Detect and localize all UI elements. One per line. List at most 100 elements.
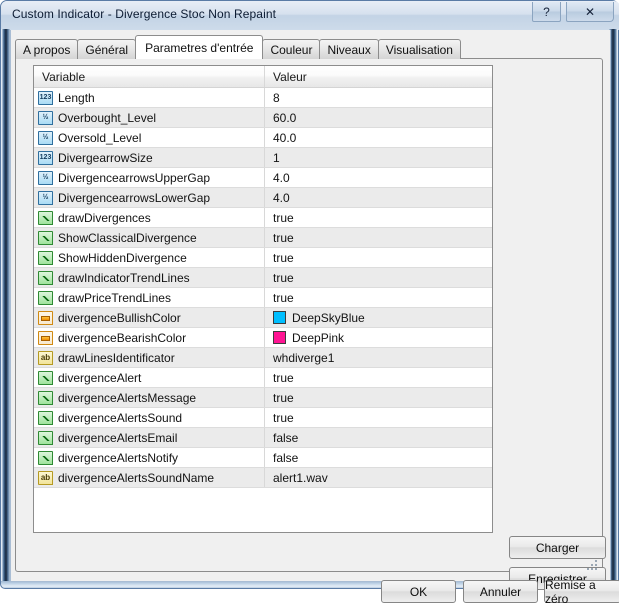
title-bar[interactable]: Custom Indicator - Divergence Stoc Non R… <box>1 1 619 30</box>
cell-value[interactable]: DeepSkyBlue <box>265 308 492 327</box>
variable-name: Oversold_Level <box>58 130 142 145</box>
cell-value[interactable]: false <box>265 428 492 447</box>
cell-value[interactable]: 1 <box>265 148 492 167</box>
cell-value[interactable]: whdiverge1 <box>265 348 492 367</box>
value-text: true <box>273 410 294 425</box>
tab-parametres-d-entr-e[interactable]: Parametres d'entrée <box>135 35 264 59</box>
cell-variable: divergenceAlertsMessage <box>34 388 265 407</box>
value-text: true <box>273 370 294 385</box>
table-row[interactable]: divergenceAlertsNotify false <box>34 448 492 468</box>
tab-visualisation[interactable]: Visualisation <box>377 39 461 59</box>
variable-name: DivergencearrowsLowerGap <box>58 190 211 205</box>
variable-name: divergenceAlertsNotify <box>58 450 179 465</box>
value-text: alert1.wav <box>273 470 328 485</box>
tab-niveaux[interactable]: Niveaux <box>319 39 379 59</box>
color-swatch <box>273 331 286 344</box>
tab-g-n-ral[interactable]: Général <box>77 39 137 59</box>
double-icon: ½ <box>38 190 53 205</box>
table-row[interactable]: divergenceAlertsMessage true <box>34 388 492 408</box>
resize-grip[interactable] <box>587 560 599 572</box>
cell-value[interactable]: DeepPink <box>265 328 492 347</box>
variable-name: ShowClassicalDivergence <box>58 230 197 245</box>
column-header-variable[interactable]: Variable <box>34 66 265 87</box>
cell-variable: divergenceBearishColor <box>34 328 265 347</box>
cell-value[interactable]: false <box>265 448 492 467</box>
table-row[interactable]: drawPriceTrendLines true <box>34 288 492 308</box>
cell-variable: ½ Oversold_Level <box>34 128 265 147</box>
table-row[interactable]: ShowClassicalDivergence true <box>34 228 492 248</box>
table-row[interactable]: divergenceAlert true <box>34 368 492 388</box>
cell-value[interactable]: true <box>265 268 492 287</box>
cell-variable: ½ Overbought_Level <box>34 108 265 127</box>
cancel-button[interactable]: Annuler <box>463 580 538 603</box>
boolean-icon <box>38 230 53 245</box>
tab-label: Visualisation <box>385 42 453 57</box>
ok-button[interactable]: OK <box>381 580 456 603</box>
variable-name: drawIndicatorTrendLines <box>58 270 190 285</box>
load-button[interactable]: Charger <box>509 536 606 559</box>
cell-value[interactable]: true <box>265 408 492 427</box>
table-row[interactable]: divergenceBullishColor DeepSkyBlue <box>34 308 492 328</box>
column-header-value[interactable]: Valeur <box>265 66 492 87</box>
table-row[interactable]: drawDivergences true <box>34 208 492 228</box>
string-icon: ab <box>38 350 53 365</box>
table-row[interactable]: drawIndicatorTrendLines true <box>34 268 492 288</box>
table-row[interactable]: divergenceAlertsSound true <box>34 408 492 428</box>
table-row[interactable]: ½ Oversold_Level 40.0 <box>34 128 492 148</box>
cell-value[interactable]: true <box>265 288 492 307</box>
table-row[interactable]: ab drawLinesIdentificator whdiverge1 <box>34 348 492 368</box>
cell-value[interactable]: 8 <box>265 88 492 107</box>
tab-a-propos[interactable]: A propos <box>15 39 79 59</box>
table-row[interactable]: 123 DivergearrowSize 1 <box>34 148 492 168</box>
variable-name: drawDivergences <box>58 210 151 225</box>
reset-button-label: Remise a zéro <box>545 577 596 606</box>
value-text: false <box>273 430 299 445</box>
boolean-icon <box>38 270 53 285</box>
boolean-icon <box>38 450 53 465</box>
variable-name: divergenceAlertsMessage <box>58 390 197 405</box>
value-text: whdiverge1 <box>273 350 335 365</box>
table-row[interactable]: ShowHiddenDivergence true <box>34 248 492 268</box>
table-row[interactable]: ½ DivergencearrowsUpperGap 4.0 <box>34 168 492 188</box>
table-row[interactable]: divergenceAlertsEmail false <box>34 428 492 448</box>
boolean-icon <box>38 290 53 305</box>
load-button-label: Charger <box>535 540 580 555</box>
variable-name: Length <box>58 90 95 105</box>
cell-value[interactable]: 4.0 <box>265 168 492 187</box>
table-row[interactable]: ab divergenceAlertsSoundName alert1.wav <box>34 468 492 488</box>
cell-value[interactable]: true <box>265 248 492 267</box>
cell-value[interactable]: alert1.wav <box>265 468 492 487</box>
cell-variable: divergenceAlertsNotify <box>34 448 265 467</box>
table-row[interactable]: divergenceBearishColor DeepPink <box>34 328 492 348</box>
value-text: 60.0 <box>273 110 297 125</box>
cell-value[interactable]: true <box>265 208 492 227</box>
grid-body: 123 Length 8 ½ Overbought_Level 60.0 ½ Oversold… <box>34 88 492 488</box>
cell-value[interactable]: 40.0 <box>265 128 492 147</box>
table-row[interactable]: ½ DivergencearrowsLowerGap 4.0 <box>34 188 492 208</box>
variable-name: drawLinesIdentificator <box>58 350 175 365</box>
cell-value[interactable]: true <box>265 388 492 407</box>
table-row[interactable]: ½ Overbought_Level 60.0 <box>34 108 492 128</box>
cell-value[interactable]: true <box>265 228 492 247</box>
variable-name: DivergearrowSize <box>58 150 153 165</box>
ok-button-label: OK <box>409 584 428 599</box>
table-row[interactable]: 123 Length 8 <box>34 88 492 108</box>
double-icon: ½ <box>38 110 53 125</box>
value-text: true <box>273 250 294 265</box>
cell-value[interactable]: 4.0 <box>265 188 492 207</box>
value-text: true <box>273 290 294 305</box>
parameters-grid[interactable]: Variable Valeur 123 Length 8 ½ Overbought_Le… <box>33 65 493 533</box>
value-text: DeepSkyBlue <box>292 310 365 325</box>
cell-variable: ab drawLinesIdentificator <box>34 348 265 367</box>
variable-name: DivergencearrowsUpperGap <box>58 170 211 185</box>
help-button[interactable]: ? <box>532 2 561 22</box>
cell-variable: divergenceAlertsEmail <box>34 428 265 447</box>
cell-value[interactable]: true <box>265 368 492 387</box>
cell-value[interactable]: 60.0 <box>265 108 492 127</box>
cell-variable: drawPriceTrendLines <box>34 288 265 307</box>
tab-couleur[interactable]: Couleur <box>262 39 321 59</box>
close-button[interactable]: ✕ <box>566 2 614 22</box>
boolean-icon <box>38 390 53 405</box>
reset-button[interactable]: Remise a zéro <box>544 577 619 606</box>
boolean-icon <box>38 250 53 265</box>
